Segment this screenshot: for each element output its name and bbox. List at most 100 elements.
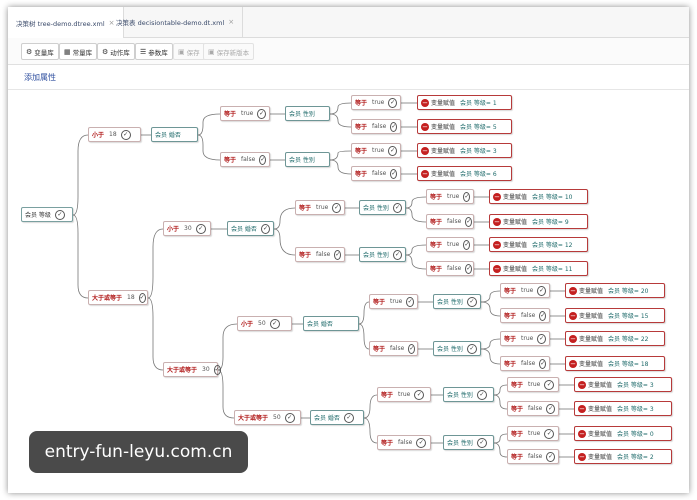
check-icon[interactable]: ✓ [332, 202, 341, 213]
condition-node[interactable]: 等于 false ✓ [500, 356, 550, 371]
check-icon[interactable]: ✓ [544, 379, 555, 390]
variable-node[interactable]: 会员 性别 ✓ [433, 341, 481, 356]
remove-icon[interactable]: − [493, 192, 501, 201]
variable-node[interactable]: 会员 性别 ✓ [359, 247, 406, 262]
variable-node[interactable]: 会员 婚否 [303, 316, 359, 331]
action-node[interactable]: − 变量赋值 会员 等级= 12 [489, 237, 588, 252]
action-node[interactable]: − 变量赋值 会员 等级= 10 [489, 189, 588, 204]
condition-node[interactable]: 等于 true ✓ [220, 106, 270, 121]
condition-node[interactable]: 等于 true ✓ [426, 237, 474, 252]
remove-icon[interactable]: − [569, 286, 577, 295]
condition-node[interactable]: 大于或等于 30 ✓ [163, 362, 221, 377]
check-icon[interactable]: ✓ [465, 263, 473, 274]
remove-icon[interactable]: − [578, 380, 586, 389]
check-icon[interactable]: ✓ [537, 333, 546, 344]
check-icon[interactable]: ✓ [388, 97, 397, 108]
check-icon[interactable]: ✓ [259, 154, 267, 165]
action-node[interactable]: − 变量赋值 会员 等级= 9 [489, 214, 588, 229]
remove-icon[interactable]: − [569, 311, 577, 320]
condition-node[interactable]: 等于 true ✓ [295, 200, 345, 215]
variable-node[interactable]: 会员 性别 ✓ [443, 435, 494, 450]
variable-node[interactable]: 会员 性别 [285, 152, 330, 167]
check-icon[interactable]: ✓ [257, 108, 266, 119]
action-node[interactable]: − 变量赋值 会员 等级= 0 [574, 426, 672, 441]
check-icon[interactable]: ✓ [284, 412, 295, 423]
action-node[interactable]: − 变量赋值 会员 等级= 1 [417, 95, 512, 110]
check-icon[interactable]: ✓ [388, 145, 397, 156]
condition-node[interactable]: 大于或等于 18 ✓ [88, 290, 148, 305]
action-node[interactable]: − 变量赋值 会员 等级= 11 [489, 261, 588, 276]
condition-node[interactable]: 大于或等于 50 ✓ [234, 410, 301, 425]
remove-icon[interactable]: − [421, 146, 429, 155]
action-node[interactable]: − 变量赋值 会员 等级= 15 [565, 308, 665, 323]
check-icon[interactable]: ✓ [476, 437, 487, 448]
check-icon[interactable]: ✓ [213, 364, 221, 375]
check-icon[interactable]: ✓ [414, 389, 425, 400]
check-icon[interactable]: ✓ [465, 216, 473, 227]
action-node[interactable]: − 变量赋值 会员 等级= 5 [417, 119, 512, 134]
action-node[interactable]: − 变量赋值 会员 等级= 3 [574, 377, 672, 392]
variable-node[interactable]: 会员 婚否 ✓ [310, 410, 364, 425]
check-icon[interactable]: ✓ [544, 428, 555, 439]
check-icon[interactable]: ✓ [390, 168, 398, 179]
check-icon[interactable]: ✓ [195, 223, 206, 234]
condition-node[interactable]: 等于 false ✓ [351, 119, 401, 134]
condition-node[interactable]: 等于 false ✓ [295, 247, 345, 262]
condition-node[interactable]: 等于 true ✓ [500, 331, 550, 346]
check-icon[interactable]: ✓ [138, 292, 146, 303]
condition-node[interactable]: 等于 true ✓ [507, 426, 559, 441]
condition-node[interactable]: 等于 true ✓ [426, 189, 474, 204]
remove-icon[interactable]: − [421, 122, 429, 131]
condition-node[interactable]: 等于 false ✓ [507, 449, 559, 464]
variable-node[interactable]: 会员 性别 ✓ [433, 294, 481, 309]
remove-icon[interactable]: − [578, 404, 586, 413]
check-icon[interactable]: ✓ [120, 129, 131, 140]
condition-node[interactable]: 小于 18 ✓ [88, 127, 141, 142]
condition-node[interactable]: 等于 false ✓ [507, 401, 559, 416]
condition-node[interactable]: 等于 true ✓ [351, 143, 401, 158]
check-icon[interactable]: ✓ [406, 296, 414, 307]
condition-node[interactable]: 等于 false ✓ [377, 435, 431, 450]
condition-node[interactable]: 等于 false ✓ [351, 166, 401, 181]
remove-icon[interactable]: − [578, 452, 586, 461]
check-icon[interactable]: ✓ [466, 296, 477, 307]
check-icon[interactable]: ✓ [343, 412, 354, 423]
check-icon[interactable]: ✓ [408, 343, 416, 354]
check-icon[interactable]: ✓ [392, 249, 402, 260]
check-icon[interactable]: ✓ [260, 223, 270, 234]
variable-node[interactable]: 会员 婚否 ✓ [227, 221, 274, 236]
check-icon[interactable]: ✓ [390, 121, 398, 132]
condition-node[interactable]: 等于 false ✓ [426, 214, 474, 229]
check-icon[interactable]: ✓ [54, 209, 65, 220]
remove-icon[interactable]: − [493, 240, 501, 249]
condition-node[interactable]: 小于 50 ✓ [237, 316, 292, 331]
check-icon[interactable]: ✓ [476, 389, 487, 400]
condition-node[interactable]: 等于 true ✓ [507, 377, 559, 392]
remove-icon[interactable]: − [493, 264, 501, 273]
variable-node[interactable]: 会员 婚否 [151, 127, 198, 142]
check-icon[interactable]: ✓ [546, 403, 555, 414]
remove-icon[interactable]: − [421, 169, 429, 178]
condition-node[interactable]: 等于 false ✓ [500, 308, 550, 323]
remove-icon[interactable]: − [493, 217, 501, 226]
action-node[interactable]: − 变量赋值 会员 等级= 18 [565, 356, 665, 371]
check-icon[interactable]: ✓ [539, 310, 547, 321]
condition-node[interactable]: 等于 true ✓ [351, 95, 401, 110]
variable-node[interactable]: 会员 性别 [285, 106, 330, 121]
check-icon[interactable]: ✓ [537, 285, 546, 296]
condition-node[interactable]: 等于 false ✓ [426, 261, 474, 276]
condition-node[interactable]: 等于 true ✓ [377, 387, 431, 402]
check-icon[interactable]: ✓ [334, 249, 342, 260]
check-icon[interactable]: ✓ [463, 191, 471, 202]
condition-node[interactable]: 小于 30 ✓ [163, 221, 211, 236]
check-icon[interactable]: ✓ [539, 358, 547, 369]
action-node[interactable]: − 变量赋值 会员 等级= 22 [565, 331, 665, 346]
remove-icon[interactable]: − [569, 359, 577, 368]
variable-node[interactable]: 会员 性别 ✓ [359, 200, 406, 215]
remove-icon[interactable]: − [569, 334, 577, 343]
remove-icon[interactable]: − [421, 98, 429, 107]
action-node[interactable]: − 变量赋值 会员 等级= 3 [417, 143, 512, 158]
action-node[interactable]: − 变量赋值 会员 等级= 2 [574, 449, 672, 464]
variable-node[interactable]: 会员 性别 ✓ [443, 387, 494, 402]
check-icon[interactable]: ✓ [392, 202, 402, 213]
